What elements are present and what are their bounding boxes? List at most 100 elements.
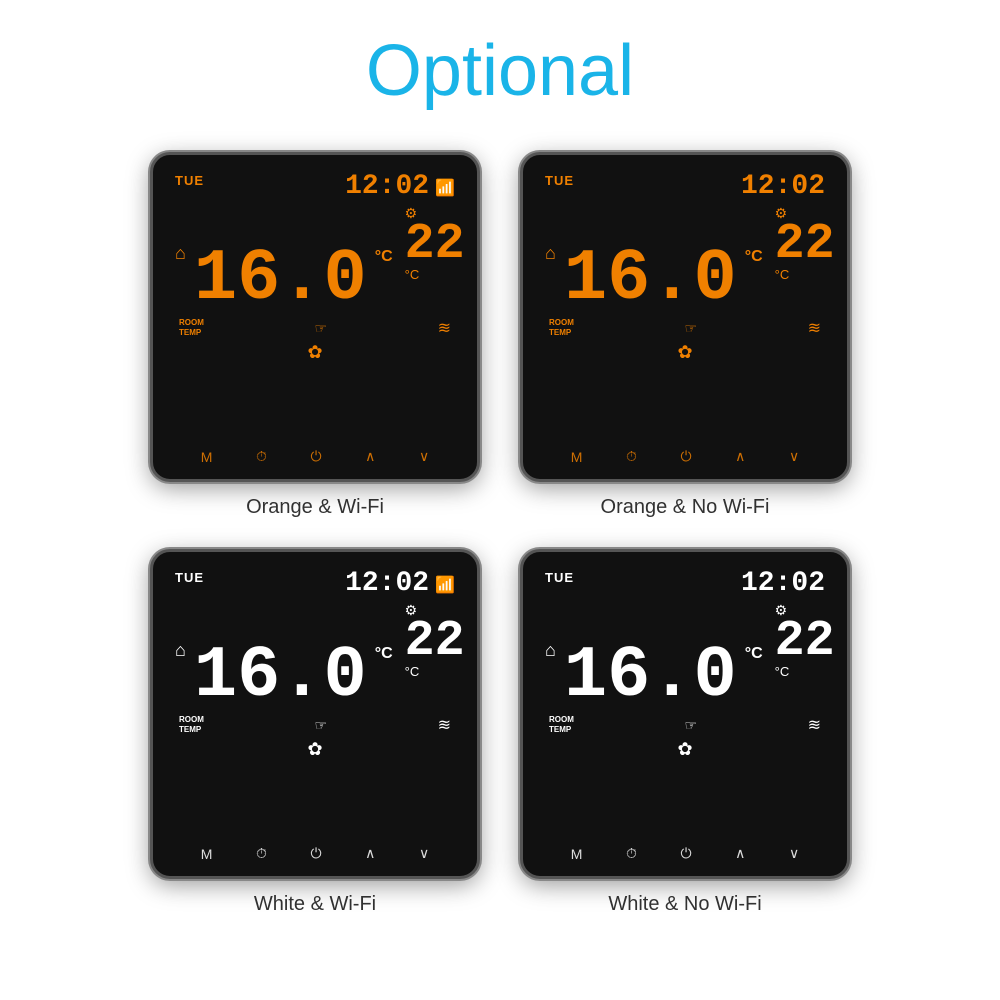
day-label: TUE xyxy=(545,173,574,188)
m-button[interactable]: M xyxy=(571,449,583,465)
home-icon: ⌂ xyxy=(175,640,186,661)
icon-row: ROOMTEMP ☞ ≋ xyxy=(171,715,459,735)
set-area: ⚙ 22 °C xyxy=(405,602,465,709)
room-temp-label: ROOMTEMP xyxy=(179,318,204,337)
down-button[interactable]: ∨ xyxy=(789,448,799,465)
page-title: Optional xyxy=(366,30,634,112)
day-label: TUE xyxy=(175,173,204,188)
icon-row: ROOMTEMP ☞ ≋ xyxy=(541,318,829,338)
thermostat-device-white-wifi: TUE 12:02 📶 ⌂ 16.0 °C ⚙ 2 xyxy=(150,549,480,879)
down-button[interactable]: ∨ xyxy=(419,845,429,862)
thermostat-label-orange-wifi: Orange & Wi-Fi xyxy=(246,496,384,519)
thermostat-device-orange-wifi: TUE 12:02 📶 ⌂ 16.0 °C ⚙ 2 xyxy=(150,152,480,482)
thermostat-device-orange-no-wifi: TUE 12:02 ⌂ 16.0 °C ⚙ 22 xyxy=(520,152,850,482)
time-display: 12:02 xyxy=(345,570,429,598)
clock-button[interactable]: ⏱ xyxy=(626,845,637,862)
lcd-screen: TUE 12:02 📶 ⌂ 16.0 °C ⚙ 2 xyxy=(171,570,459,837)
time-wifi-area: 12:02 📶 xyxy=(345,173,455,201)
up-button[interactable]: ∧ xyxy=(365,448,375,465)
set-unit: °C xyxy=(405,664,420,679)
home-area: ⌂ xyxy=(545,243,556,264)
day-label: TUE xyxy=(545,570,574,585)
m-button[interactable]: M xyxy=(201,846,213,862)
set-unit: °C xyxy=(775,267,790,282)
top-row: TUE 12:02 xyxy=(541,173,829,201)
clock-button[interactable]: ⏱ xyxy=(626,448,637,465)
time-display: 12:02 xyxy=(741,173,825,201)
touch-icon: ☞ xyxy=(314,320,327,337)
set-unit: °C xyxy=(775,664,790,679)
power-button[interactable]: ⏻ xyxy=(681,845,692,862)
thermostat-label-white-no-wifi: White & No Wi-Fi xyxy=(608,893,761,916)
current-unit: °C xyxy=(375,248,393,266)
control-buttons: M ⏱ ⏻ ∧ ∨ xyxy=(171,845,459,862)
clock-button[interactable]: ⏱ xyxy=(256,448,267,465)
set-temp: 22 xyxy=(405,619,465,664)
top-row: TUE 12:02 📶 xyxy=(171,570,459,598)
set-area: ⚙ 22 °C xyxy=(775,205,835,312)
lcd-screen: TUE 12:02 ⌂ 16.0 °C ⚙ 22 xyxy=(541,570,829,837)
m-button[interactable]: M xyxy=(201,449,213,465)
heat-icon: ≋ xyxy=(438,715,451,735)
current-unit: °C xyxy=(745,248,763,266)
time-display: 12:02 xyxy=(345,173,429,201)
set-area: ⚙ 22 °C xyxy=(775,602,835,709)
set-temp: 22 xyxy=(405,222,465,267)
sun-icon: ✿ xyxy=(677,342,692,363)
thermostat-item-orange-no-wifi: TUE 12:02 ⌂ 16.0 °C ⚙ 22 xyxy=(520,152,850,519)
temps-area: 16.0 °C ⚙ 22 °C xyxy=(186,205,465,312)
wifi-icon: 📶 xyxy=(435,178,455,198)
home-icon: ⌂ xyxy=(545,243,556,264)
middle-row: ⌂ 16.0 °C ⚙ 22 °C xyxy=(541,205,829,312)
power-button[interactable]: ⏻ xyxy=(311,448,322,465)
touch-icon: ☞ xyxy=(684,320,697,337)
power-button[interactable]: ⏻ xyxy=(311,845,322,862)
temps-area: 16.0 °C ⚙ 22 °C xyxy=(556,602,835,709)
set-unit: °C xyxy=(405,267,420,282)
middle-row: ⌂ 16.0 °C ⚙ 22 °C xyxy=(171,602,459,709)
middle-row: ⌂ 16.0 °C ⚙ 22 °C xyxy=(541,602,829,709)
home-icon: ⌂ xyxy=(545,640,556,661)
temps-area: 16.0 °C ⚙ 22 °C xyxy=(186,602,465,709)
current-unit: °C xyxy=(375,645,393,663)
room-temp-label: ROOMTEMP xyxy=(549,318,574,337)
thermostat-label-orange-no-wifi: Orange & No Wi-Fi xyxy=(601,496,770,519)
clock-button[interactable]: ⏱ xyxy=(256,845,267,862)
heat-icon: ≋ xyxy=(808,715,821,735)
thermostat-item-orange-wifi: TUE 12:02 📶 ⌂ 16.0 °C ⚙ 2 xyxy=(150,152,480,519)
set-temp: 22 xyxy=(775,222,835,267)
up-button[interactable]: ∧ xyxy=(735,845,745,862)
down-button[interactable]: ∨ xyxy=(419,448,429,465)
heat-icon: ≋ xyxy=(438,318,451,338)
up-button[interactable]: ∧ xyxy=(735,448,745,465)
m-button[interactable]: M xyxy=(571,846,583,862)
sun-icon: ✿ xyxy=(677,739,692,760)
control-buttons: M ⏱ ⏻ ∧ ∨ xyxy=(541,448,829,465)
room-temp-label: ROOMTEMP xyxy=(179,715,204,734)
icon-row: ROOMTEMP ☞ ≋ xyxy=(171,318,459,338)
sun-icon: ✿ xyxy=(307,739,322,760)
middle-row: ⌂ 16.0 °C ⚙ 22 °C xyxy=(171,205,459,312)
lcd-screen: TUE 12:02 📶 ⌂ 16.0 °C ⚙ 2 xyxy=(171,173,459,440)
touch-icon: ☞ xyxy=(314,717,327,734)
set-temp: 22 xyxy=(775,619,835,664)
time-wifi-area: 12:02 xyxy=(741,570,825,598)
heat-icon: ≋ xyxy=(808,318,821,338)
current-temp: 16.0 xyxy=(564,644,737,709)
sun-icon: ✿ xyxy=(307,342,322,363)
thermostat-item-white-no-wifi: TUE 12:02 ⌂ 16.0 °C ⚙ 22 xyxy=(520,549,850,916)
home-area: ⌂ xyxy=(175,640,186,661)
current-temp: 16.0 xyxy=(564,247,737,312)
control-buttons: M ⏱ ⏻ ∧ ∨ xyxy=(541,845,829,862)
up-button[interactable]: ∧ xyxy=(365,845,375,862)
power-button[interactable]: ⏻ xyxy=(681,448,692,465)
thermostat-grid: TUE 12:02 📶 ⌂ 16.0 °C ⚙ 2 xyxy=(90,152,910,916)
thermostat-label-white-wifi: White & Wi-Fi xyxy=(254,893,376,916)
temps-area: 16.0 °C ⚙ 22 °C xyxy=(556,205,835,312)
current-temp: 16.0 xyxy=(194,644,367,709)
top-row: TUE 12:02 xyxy=(541,570,829,598)
home-icon: ⌂ xyxy=(175,243,186,264)
top-row: TUE 12:02 📶 xyxy=(171,173,459,201)
thermostat-device-white-no-wifi: TUE 12:02 ⌂ 16.0 °C ⚙ 22 xyxy=(520,549,850,879)
down-button[interactable]: ∨ xyxy=(789,845,799,862)
